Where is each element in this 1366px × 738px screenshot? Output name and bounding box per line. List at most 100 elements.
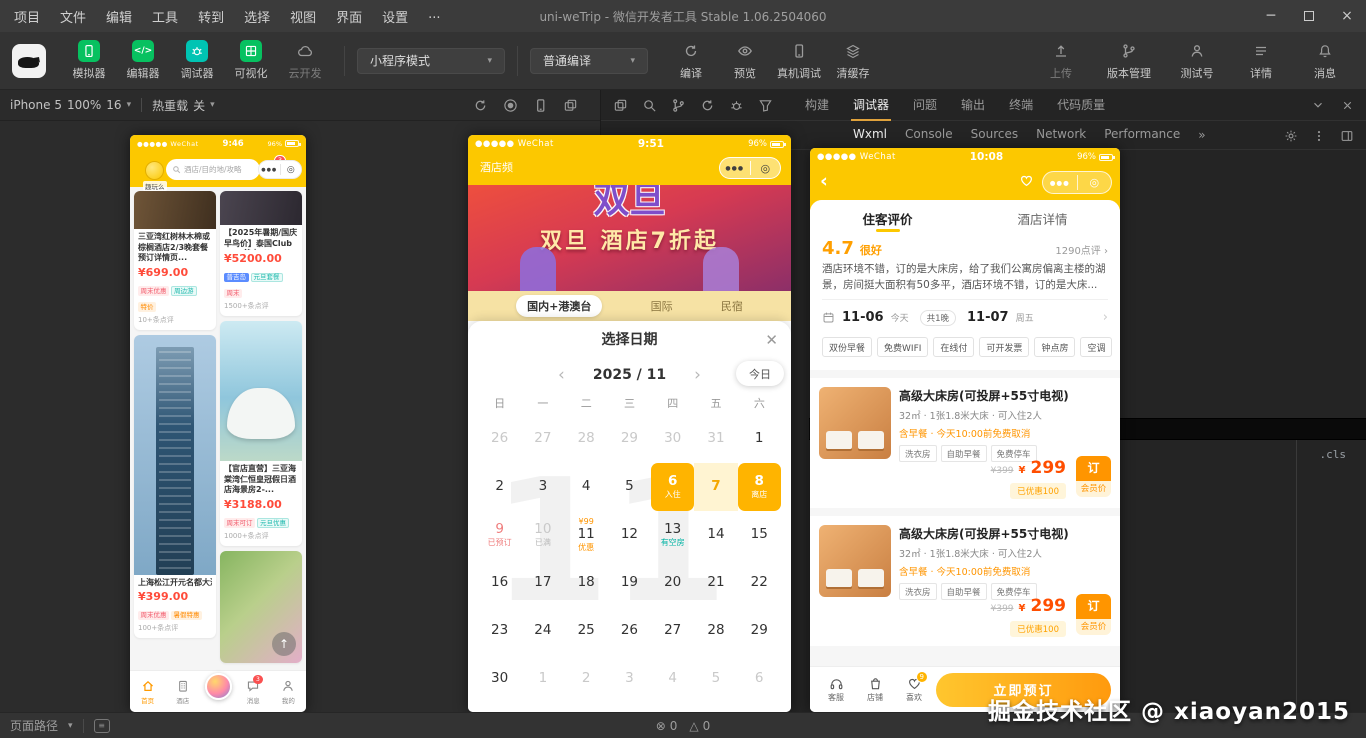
calendar-day[interactable]: 28 — [565, 415, 608, 463]
calendar-day[interactable]: 18 — [565, 559, 608, 607]
search-input[interactable]: 酒店/目的地/攻略 — [166, 159, 260, 180]
calendar-day[interactable]: 22 — [738, 559, 781, 607]
bug-icon[interactable] — [729, 98, 744, 113]
calendar-day[interactable]: 12 — [608, 511, 651, 559]
menu-item[interactable]: 项目 — [14, 7, 40, 26]
devtools-tab[interactable]: 调试器 — [851, 90, 891, 121]
tab-guest-reviews[interactable]: 住客评价 — [810, 200, 965, 236]
styles-cls-button[interactable]: .cls — [1297, 448, 1356, 461]
version-manage-button[interactable]: 版本管理 — [1098, 40, 1160, 81]
devtools-tab[interactable]: 终端 — [1007, 90, 1035, 121]
hotel-card[interactable]: 三亚湾红树林木棉或棕榈酒店2/3晚套餐预订详情页... ¥699.00 周末优惠… — [134, 191, 216, 330]
inspector-tab[interactable]: Network — [1036, 121, 1086, 150]
calendar-day[interactable]: 15 — [738, 511, 781, 559]
search-icon[interactable] — [642, 98, 657, 113]
compile-mode-select[interactable]: 普通编译▾ — [530, 48, 648, 74]
device-debug-button[interactable]: 真机调试 — [772, 40, 826, 81]
branch-icon[interactable] — [671, 98, 686, 113]
rotate-icon[interactable] — [473, 98, 488, 113]
calendar-day[interactable]: 29 — [738, 607, 781, 655]
page-info-icon[interactable] — [613, 98, 628, 113]
mini-program-capsule[interactable]: ●●● ◎ — [258, 160, 302, 179]
error-counter[interactable]: ⊗0 — [656, 719, 678, 733]
messages-button[interactable]: 消息 — [1298, 40, 1352, 81]
simulator-button[interactable]: 模拟器 — [62, 40, 116, 81]
calendar-day[interactable]: 28 — [694, 607, 737, 655]
calendar-day[interactable]: 5 — [694, 655, 737, 703]
devtools-tab[interactable]: 代码质量 — [1055, 90, 1107, 121]
calendar-day[interactable]: 16 — [478, 559, 521, 607]
calendar-day[interactable]: 23 — [478, 607, 521, 655]
page-path-selector[interactable]: 页面路径 — [10, 717, 58, 734]
calendar-day[interactable]: 21 — [694, 559, 737, 607]
calendar-day[interactable]: 9已预订 — [478, 511, 521, 559]
back-to-top-button[interactable]: ↑ — [272, 632, 296, 656]
devtools-tab[interactable]: 问题 — [911, 90, 939, 121]
mini-program-capsule[interactable]: ●●● ◎ — [719, 157, 781, 179]
calendar-day[interactable]: 31 — [694, 415, 737, 463]
calendar-day[interactable]: 2 — [565, 655, 608, 703]
calendar-day[interactable]: 26 — [478, 415, 521, 463]
close-panel-icon[interactable] — [1341, 99, 1354, 112]
calendar-day[interactable]: 5 — [608, 463, 651, 511]
devtools-tab[interactable]: 输出 — [959, 90, 987, 121]
calendar-day[interactable]: 24 — [521, 607, 564, 655]
menu-item[interactable]: 编辑 — [106, 7, 132, 26]
page-template-icon[interactable]: ≡ — [94, 719, 110, 733]
mini-program-capsule[interactable]: ●●● ◎ — [1042, 171, 1112, 194]
today-button[interactable]: 今日 — [736, 361, 784, 386]
menu-item[interactable]: 选择 — [244, 7, 270, 26]
calendar-day[interactable]: 30 — [651, 415, 694, 463]
kebab-menu-icon[interactable] — [1312, 129, 1326, 143]
tab-messages[interactable]: 消息 3 — [236, 679, 271, 705]
warning-counter[interactable]: △0 — [689, 719, 710, 733]
calendar-day[interactable]: 26 — [608, 607, 651, 655]
room-card[interactable]: 高级大床房(可投屏+55寸电视) 32㎡ · 1张1.8米大床 · 可入住2人 … — [810, 378, 1120, 508]
calendar-day[interactable]: 27 — [521, 415, 564, 463]
prev-month-button[interactable]: ‹ — [558, 367, 565, 384]
menu-item[interactable]: 视图 — [290, 7, 316, 26]
tab-overflow-chevron[interactable]: » — [1198, 128, 1205, 142]
calendar-day[interactable]: 6 — [738, 655, 781, 703]
visualizer-button[interactable]: 可视化 — [224, 40, 278, 81]
menu-item[interactable]: 界面 — [336, 7, 362, 26]
device-icon[interactable] — [533, 98, 548, 113]
debugger-button[interactable]: 调试器 — [170, 40, 224, 81]
record-icon[interactable] — [503, 98, 518, 113]
upload-button[interactable]: 上传 — [1034, 40, 1088, 81]
inspector-tab[interactable]: Sources — [971, 121, 1018, 150]
gear-icon[interactable] — [1284, 129, 1298, 143]
tab-hotel-info[interactable]: 酒店详情 — [965, 200, 1120, 236]
review-excerpt[interactable]: 酒店环境不错，订的是大床房，给了我们公寓房偏离主楼的湖景，房间挺大面积有50多平… — [810, 259, 1120, 299]
book-room-button[interactable]: 订 会员价 — [1076, 456, 1111, 497]
inspector-tab[interactable]: Performance — [1104, 121, 1180, 150]
details-button[interactable]: 详情 — [1234, 40, 1288, 81]
test-account-button[interactable]: 测试号 — [1170, 40, 1224, 81]
calendar-day[interactable]: 17 — [521, 559, 564, 607]
calendar-day[interactable]: 6入住 — [651, 463, 694, 511]
dock-side-icon[interactable] — [1340, 129, 1354, 143]
calendar-day[interactable]: 7 — [694, 463, 737, 511]
like-button[interactable]: 喜欢 9 — [897, 676, 931, 703]
calendar-day[interactable]: 27 — [651, 607, 694, 655]
tab-center-action[interactable] — [200, 683, 235, 700]
editor-button[interactable]: </> 编辑器 — [116, 40, 170, 81]
calendar-day[interactable]: 25 — [565, 607, 608, 655]
mode-select[interactable]: 小程序模式▾ — [357, 48, 505, 74]
devtools-tab[interactable]: 构建 — [803, 90, 831, 121]
calendar-day[interactable]: 1 — [521, 655, 564, 703]
calendar-day[interactable]: 2 — [478, 463, 521, 511]
calendar-day[interactable]: 4 — [565, 463, 608, 511]
region-tab[interactable]: 国内+港澳台 — [516, 295, 602, 317]
calendar-day[interactable]: 8离店 — [738, 463, 781, 511]
promo-banner[interactable]: 双旦 双旦 酒店7折起 — [468, 185, 791, 291]
calendar-day[interactable]: 14 — [694, 511, 737, 559]
region-tab[interactable]: 民宿 — [721, 298, 743, 314]
close-icon[interactable]: ✕ — [765, 321, 778, 359]
calendar-day[interactable]: 20 — [651, 559, 694, 607]
next-month-button[interactable]: › — [694, 367, 701, 384]
maximize-button[interactable] — [1290, 0, 1328, 32]
hotel-card[interactable]: 上海松江开元名都大酒店 ¥399.00 周末优惠暑假特惠 100+条点评 — [134, 335, 216, 639]
cloud-dev-button[interactable]: 云开发 — [278, 40, 332, 81]
tab-hotel[interactable]: 酒店 — [165, 679, 200, 705]
